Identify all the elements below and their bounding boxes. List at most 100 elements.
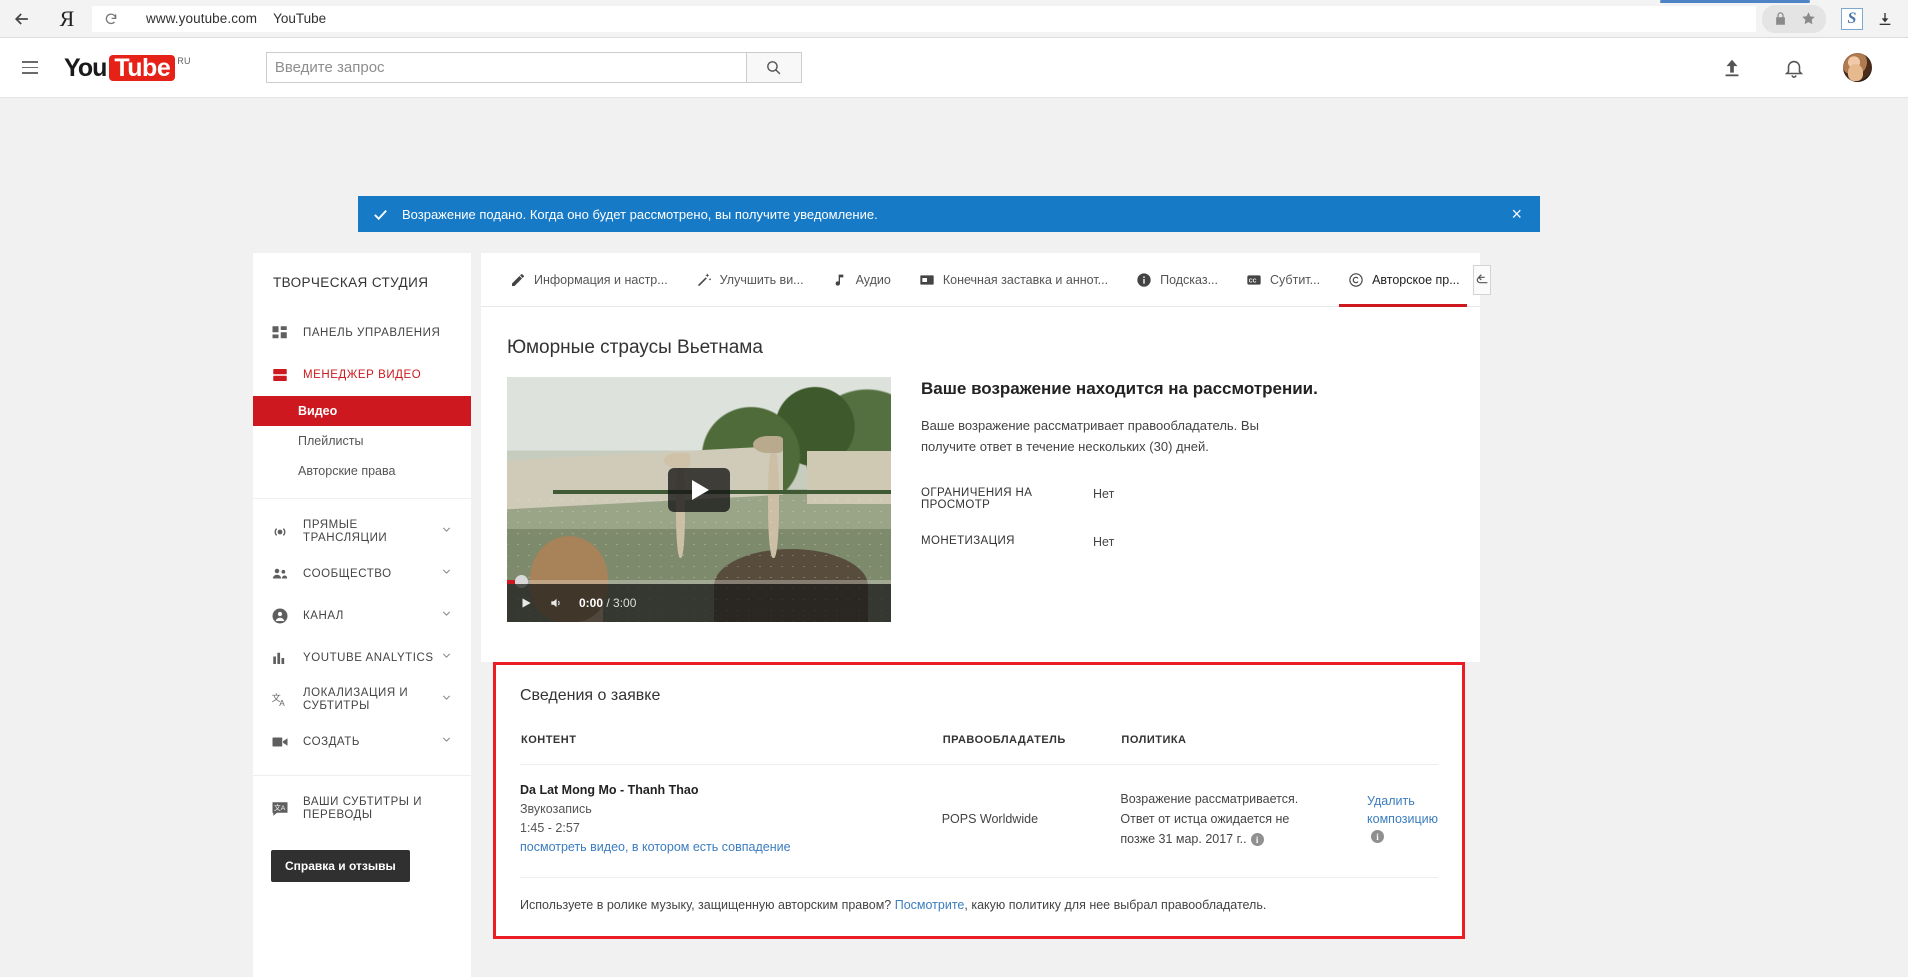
field-value: Нет xyxy=(1093,535,1115,549)
claim-details-body: Сведения о заявке КОНТЕНТ ПРАВООБЛАДАТЕЛ… xyxy=(496,665,1462,878)
view-matching-video-link[interactable]: посмотреть видео, в котором есть совпаде… xyxy=(520,838,942,857)
hamburger-menu-icon[interactable] xyxy=(22,55,48,81)
masthead-actions xyxy=(1719,53,1886,82)
cc-icon: CC xyxy=(1244,272,1264,288)
logo-country-code: RU xyxy=(177,55,191,66)
youtube-masthead: You Tube RU xyxy=(0,38,1908,98)
duration: 3:00 xyxy=(613,596,637,610)
tab-label: Улучшить ви... xyxy=(719,272,804,287)
tab-subtitles[interactable]: CC Субтит... xyxy=(1231,253,1333,307)
tab-strip-indicator xyxy=(1660,0,1810,3)
claim-status-panel: Ваше возражение находится на рассмотрени… xyxy=(921,377,1318,622)
chevron-down-icon[interactable] xyxy=(440,649,453,667)
volume-icon[interactable] xyxy=(549,596,563,610)
sidebar-item-live-streaming[interactable]: ПРЯМЫЕ ТРАНСЛЯЦИИ xyxy=(253,511,471,553)
bell-icon[interactable] xyxy=(1781,55,1807,81)
star-icon[interactable] xyxy=(1796,7,1820,31)
chevron-down-icon[interactable] xyxy=(440,691,453,709)
address-actions xyxy=(1762,4,1826,33)
claim-details-panel: Сведения о заявке КОНТЕНТ ПРАВООБЛАДАТЕЛ… xyxy=(493,662,1465,939)
sidebar-item-label: СООБЩЕСТВО xyxy=(303,567,392,580)
search-button[interactable] xyxy=(745,52,802,83)
help-and-feedback-button[interactable]: Справка и отзывы xyxy=(271,850,410,882)
sidebar-subitem-videos[interactable]: Видео xyxy=(253,396,471,426)
sidebar: ТВОРЧЕСКАЯ СТУДИЯ ПАНЕЛЬ УПРАВЛЕНИЯ МЕНЕ… xyxy=(253,253,471,977)
sidebar-divider xyxy=(253,775,471,776)
video-thumbnail-ostrich-head-1 xyxy=(664,452,691,468)
tab-end-screen-annotations[interactable]: Конечная заставка и аннот... xyxy=(904,253,1121,307)
lock-icon[interactable] xyxy=(1768,7,1792,31)
browser-toolbar: Я www.youtube.com YouTube S xyxy=(0,0,1908,38)
sidebar-divider xyxy=(253,498,471,499)
sidebar-item-label: СОЗДАТЬ xyxy=(303,735,360,748)
view-policy-link[interactable]: Посмотрите xyxy=(895,898,965,912)
sidebar-item-label: ПАНЕЛЬ УПРАВЛЕНИЯ xyxy=(303,326,441,339)
address-bar[interactable]: www.youtube.com YouTube xyxy=(92,5,1756,32)
page-title: ТВОРЧЕСКАЯ СТУДИЯ xyxy=(273,275,429,290)
column-header-policy: ПОЛИТИКА xyxy=(1120,733,1368,765)
sidebar-item-label: ВАШИ СУБТИТРЫ И ПЕРЕВОДЫ xyxy=(303,796,423,821)
download-icon[interactable] xyxy=(1872,6,1898,32)
note-text-before: Используете в ролике музыку, защищенную … xyxy=(520,898,895,912)
player-controls: 0:00 / 3:00 xyxy=(507,584,891,622)
chevron-down-icon[interactable] xyxy=(440,733,453,751)
tab-cards[interactable]: Подсказ... xyxy=(1121,253,1231,307)
tab-copyright[interactable]: Авторское пр... xyxy=(1333,253,1473,307)
tab-label: Информация и настр... xyxy=(534,272,668,287)
browser-back-button[interactable] xyxy=(0,0,44,38)
sidebar-item-channel[interactable]: КАНАЛ xyxy=(253,595,471,637)
status-field-monetization: МОНЕТИЗАЦИЯ Нет xyxy=(921,535,1318,549)
youtube-logo[interactable]: You Tube RU xyxy=(64,53,191,82)
chevron-down-icon[interactable] xyxy=(440,523,453,541)
search-form xyxy=(265,52,802,83)
claim-footer-note: Используете в ролике музыку, защищенную … xyxy=(496,878,1462,936)
back-button[interactable] xyxy=(1472,264,1491,295)
sidebar-item-localization[interactable]: 文A ЛОКАЛИЗАЦИЯ И СУБТИТРЫ xyxy=(253,679,471,721)
remove-song-link[interactable]: Удалить композицию xyxy=(1367,794,1438,826)
page-body: Возражение подано. Когда оно будет рассм… xyxy=(0,98,1908,977)
note-text-after: , какую политику для нее выбрал правообл… xyxy=(964,898,1267,912)
logo-you-text: You xyxy=(64,53,107,82)
video-player[interactable]: 0:00 / 3:00 xyxy=(507,377,891,622)
play-icon[interactable] xyxy=(519,596,533,610)
content-timestamp: 1:45 - 2:57 xyxy=(520,821,580,835)
chevron-down-icon[interactable] xyxy=(440,607,453,625)
sidebar-item-label: МЕНЕДЖЕР ВИДЕО xyxy=(303,368,422,381)
tab-label: Субтит... xyxy=(1270,272,1321,287)
time-separator: / xyxy=(603,596,614,610)
sidebar-item-create[interactable]: СОЗДАТЬ xyxy=(253,721,471,763)
tab-info-settings[interactable]: Информация и настр... xyxy=(495,253,681,307)
tab-audio[interactable]: Аудио xyxy=(817,253,904,307)
current-time: 0:00 xyxy=(579,596,604,610)
reload-icon[interactable] xyxy=(100,8,122,30)
copyright-icon xyxy=(1346,272,1366,288)
search-input[interactable] xyxy=(265,52,746,83)
info-icon[interactable]: i xyxy=(1371,830,1385,844)
cell-owner: POPS Worldwide xyxy=(941,764,1121,878)
sidebar-item-dashboard[interactable]: ПАНЕЛЬ УПРАВЛЕНИЯ xyxy=(253,312,471,354)
chevron-down-icon[interactable] xyxy=(440,565,453,583)
page-title-text: YouTube xyxy=(273,11,327,26)
svg-text:CC: CC xyxy=(1249,278,1257,284)
sidebar-item-community[interactable]: СООБЩЕСТВО xyxy=(253,553,471,595)
avatar[interactable] xyxy=(1843,53,1872,82)
content-type: Звукозапись xyxy=(520,802,592,816)
sidebar-subitem-copyright[interactable]: Авторские права xyxy=(253,456,471,486)
tab-label: Авторское пр... xyxy=(1372,272,1460,287)
claim-table: КОНТЕНТ ПРАВООБЛАДАТЕЛЬ ПОЛИТИКА Da Lat … xyxy=(520,733,1438,878)
tab-enhancements[interactable]: Улучшить ви... xyxy=(681,253,817,307)
close-icon[interactable]: × xyxy=(1511,205,1522,223)
sidebar-item-video-manager[interactable]: МЕНЕДЖЕР ВИДЕО xyxy=(253,354,471,396)
sidebar-item-your-subtitles[interactable]: 文A ВАШИ СУБТИТРЫ И ПЕРЕВОДЫ xyxy=(253,788,471,830)
status-field-restrictions: ОГРАНИЧЕНИЯ НА ПРОСМОТР Нет xyxy=(921,487,1318,511)
extension-icon[interactable]: S xyxy=(1841,7,1863,30)
pencil-icon xyxy=(508,272,528,288)
play-icon[interactable] xyxy=(668,467,730,512)
info-icon[interactable]: i xyxy=(1250,833,1264,847)
tab-label: Конечная заставка и аннот... xyxy=(942,272,1109,287)
owner-name: POPS Worldwide xyxy=(941,812,1039,826)
checkmark-icon xyxy=(358,206,402,223)
upload-icon[interactable] xyxy=(1719,55,1745,81)
sidebar-item-analytics[interactable]: YOUTUBE ANALYTICS xyxy=(253,637,471,679)
sidebar-subitem-playlists[interactable]: Плейлисты xyxy=(253,426,471,456)
